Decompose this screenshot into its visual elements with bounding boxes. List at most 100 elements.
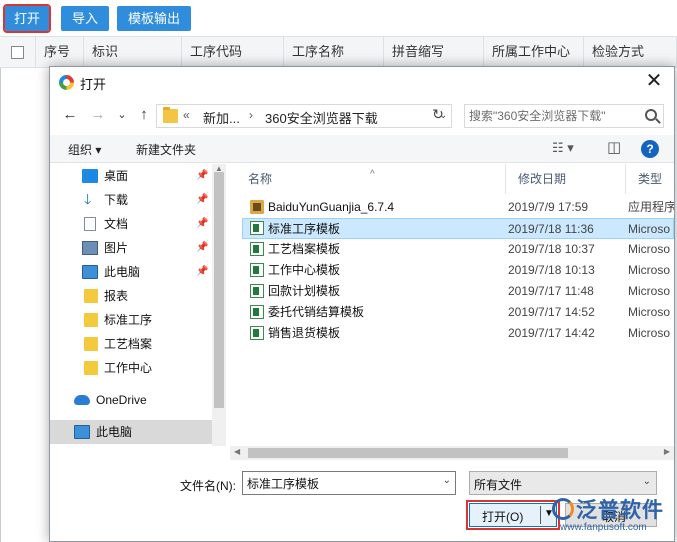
navigation-bar: ← → ⌄ ↑ « 新加... › 360安全浏览器下载 ⌄ ↻ xyxy=(50,101,674,131)
column-header-type[interactable]: 类型 xyxy=(626,164,674,194)
address-overflow-chevron[interactable]: « xyxy=(183,108,190,122)
sort-ascending-icon: ^ xyxy=(370,169,375,180)
folder-icon xyxy=(84,337,98,351)
new-folder-button[interactable]: 新建文件夹 xyxy=(136,141,196,158)
tree-item-documents[interactable]: 文档 📌 xyxy=(50,212,212,236)
column-header-name[interactable]: 名称 ^ xyxy=(236,164,506,194)
filename-label: 文件名(N): xyxy=(180,479,236,493)
back-arrow-icon[interactable]: ← xyxy=(60,105,80,125)
scroll-right-arrow-icon[interactable]: ▶ xyxy=(664,447,670,456)
change-view-icon[interactable]: ☷ ▾ xyxy=(552,140,574,156)
grid-col-header[interactable]: 检验方式 xyxy=(584,37,677,67)
address-bar[interactable]: « 新加... › 360安全浏览器下载 ⌄ xyxy=(156,104,452,128)
navigation-tree: 桌面 📌 🡓 下载 📌 文档 📌 图片 📌 此电脑 📌 报表 标准工序 工艺档案… xyxy=(50,164,226,446)
tree-item-onedrive[interactable]: OneDrive xyxy=(50,388,212,412)
tree-item-downloads[interactable]: 🡓 下载 📌 xyxy=(50,188,212,212)
tree-item-craft-archive[interactable]: 工艺档案 xyxy=(50,332,212,356)
document-icon xyxy=(84,217,96,231)
preview-pane-icon[interactable]: ◫ xyxy=(607,138,621,156)
tree-item-label: OneDrive xyxy=(96,393,147,407)
grid-col-header[interactable]: 标识 xyxy=(84,37,182,67)
close-icon[interactable]: ✕ xyxy=(642,70,666,94)
file-name: 工艺档案模板 xyxy=(268,242,341,256)
tree-item-label: 工作中心 xyxy=(104,361,153,375)
excel-icon xyxy=(250,326,264,340)
tree-item-pictures[interactable]: 图片 📌 xyxy=(50,236,212,260)
computer-icon xyxy=(82,265,98,279)
file-name: 委托代销结算模板 xyxy=(268,305,365,319)
excel-icon xyxy=(250,221,264,235)
filetype-select[interactable]: 所有文件 ⌄ xyxy=(469,471,657,495)
chevron-down-icon[interactable]: ⌄ xyxy=(643,476,651,487)
tree-item-this-pc[interactable]: 此电脑 xyxy=(50,420,212,444)
desktop-icon xyxy=(82,169,98,183)
tree-item-label: 图片 xyxy=(104,241,129,255)
tree-item-work-center[interactable]: 工作中心 xyxy=(50,356,212,380)
filename-combobox[interactable]: ⌄ xyxy=(242,471,456,495)
grid-col-header[interactable]: 序号 xyxy=(36,37,84,67)
grid-col-header[interactable]: 所属工作中心 xyxy=(484,37,584,67)
forward-arrow-icon[interactable]: → xyxy=(88,105,108,125)
column-header-date[interactable]: 修改日期 xyxy=(506,164,626,194)
file-row[interactable]: BaiduYunGuanjia_6.7.4 2019/7/9 17:59 应用程… xyxy=(242,197,674,218)
file-row[interactable]: 工作中心模板 2019/7/18 10:13 Microso xyxy=(242,260,674,281)
refresh-icon[interactable]: ↻ xyxy=(428,105,448,123)
tree-item-standard-process[interactable]: 标准工序 xyxy=(50,308,212,332)
file-date: 2019/7/18 11:36 xyxy=(508,222,594,236)
browser-logo-icon xyxy=(59,75,74,90)
recent-locations-chevron-down-icon[interactable]: ⌄ xyxy=(112,105,132,125)
filetype-value: 所有文件 xyxy=(474,478,523,492)
chevron-down-icon[interactable]: ⌄ xyxy=(443,475,451,486)
horizontal-scrollbar-thumb[interactable] xyxy=(248,448,568,458)
import-button[interactable]: 导入 xyxy=(61,6,109,31)
file-row[interactable]: 销售退货模板 2019/7/17 14:42 Microso xyxy=(242,323,674,344)
tree-scrollbar-thumb[interactable] xyxy=(214,172,224,408)
pictures-icon xyxy=(82,241,98,255)
address-segment[interactable]: 新加... xyxy=(203,108,240,127)
help-icon[interactable]: ? xyxy=(641,140,659,158)
pin-icon[interactable]: 📌 xyxy=(196,236,208,260)
grid-col-header[interactable]: 工序名称 xyxy=(284,37,384,67)
tree-item-reports[interactable]: 报表 xyxy=(50,284,212,308)
file-date: 2019/7/9 17:59 xyxy=(508,200,589,214)
template-export-button[interactable]: 模板输出 xyxy=(117,6,191,31)
app-toolbar: 打开 导入 模板输出 xyxy=(0,0,677,36)
app-left-border xyxy=(0,68,1,542)
grid-col-header[interactable]: 工序代码 xyxy=(182,37,284,67)
scroll-left-arrow-icon[interactable]: ◀ xyxy=(234,447,240,456)
pin-icon[interactable]: 📌 xyxy=(196,212,208,236)
pin-icon[interactable]: 📌 xyxy=(196,260,208,284)
file-row[interactable]: 回款计划模板 2019/7/17 11:48 Microso xyxy=(242,281,674,302)
open-button[interactable]: 打开 xyxy=(3,4,51,33)
dialog-titlebar: 打开 ✕ xyxy=(50,67,674,97)
up-folder-arrow-icon[interactable]: ↑ xyxy=(134,105,154,125)
dialog-open-button[interactable]: 打开(O) ▼ xyxy=(466,500,560,530)
open-button-label: 打开(O) xyxy=(482,510,524,524)
horizontal-scrollbar[interactable]: ◀ ▶ xyxy=(230,446,674,460)
excel-icon xyxy=(250,305,264,319)
file-row[interactable]: 委托代销结算模板 2019/7/17 14:52 Microso xyxy=(242,302,674,323)
brand-watermark: 泛普软件 www.fanpusoft.com xyxy=(552,494,670,538)
grid-col-header[interactable]: 拼音缩写 xyxy=(384,37,484,67)
tree-item-desktop[interactable]: 桌面 📌 xyxy=(50,164,212,188)
select-all-checkbox[interactable] xyxy=(11,46,24,59)
tree-item-this-pc-quick[interactable]: 此电脑 📌 xyxy=(50,260,212,284)
file-type: Microso xyxy=(628,263,671,277)
file-row[interactable]: 工艺档案模板 2019/7/18 10:37 Microso xyxy=(242,239,674,260)
command-bar: 组织 ▾ 新建文件夹 ☷ ▾ ◫ ? xyxy=(50,135,674,163)
address-segment[interactable]: 360安全浏览器下载 xyxy=(265,108,378,127)
tree-scrollbar[interactable]: ▲ xyxy=(212,164,226,446)
folder-icon xyxy=(84,361,98,375)
search-box[interactable] xyxy=(464,104,664,128)
pin-icon[interactable]: 📌 xyxy=(196,188,208,212)
filename-input[interactable] xyxy=(247,474,433,492)
search-input[interactable] xyxy=(469,106,639,126)
file-type: Microso xyxy=(628,284,671,298)
pin-icon[interactable]: 📌 xyxy=(196,164,208,188)
search-icon[interactable] xyxy=(645,109,657,121)
file-row-selected[interactable]: 标准工序模板 2019/7/18 11:36 Microso xyxy=(242,218,674,239)
tree-item-label: 标准工序 xyxy=(104,313,153,327)
split-divider xyxy=(540,506,541,524)
open-file-dialog: 打开 ✕ ← → ⌄ ↑ « 新加... › 360安全浏览器下载 ⌄ ↻ 组织… xyxy=(49,66,675,542)
organize-menu-button[interactable]: 组织 ▾ xyxy=(68,141,101,158)
